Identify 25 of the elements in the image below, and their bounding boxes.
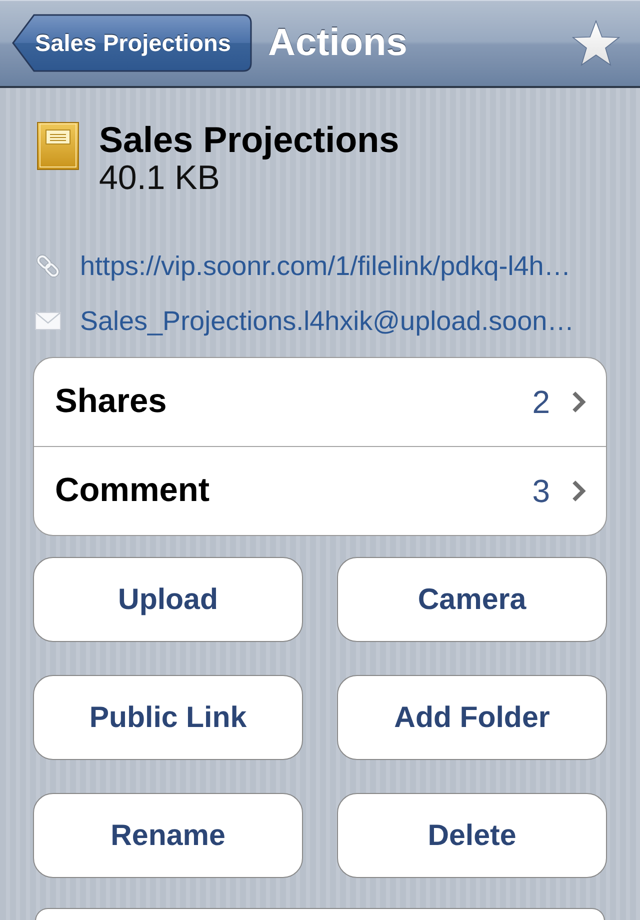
list-row[interactable]: Shares 2 xyxy=(34,358,606,446)
list-row[interactable]: Comment 3 xyxy=(34,446,606,535)
action-button[interactable]: Add Folder xyxy=(337,675,607,760)
chevron-icon xyxy=(572,391,586,413)
chevron-icon xyxy=(572,480,586,502)
action-button[interactable]: Upload xyxy=(33,557,303,642)
url-link[interactable]: https://vip.soonr.com/1/filelink/pdkq-l4h… xyxy=(80,250,571,282)
back-button[interactable]: Sales Projections xyxy=(12,14,252,72)
action-button[interactable] xyxy=(35,908,605,920)
screen-title: Actions xyxy=(268,22,408,64)
action-button[interactable]: Camera xyxy=(337,557,607,642)
file-name: Sales Projections xyxy=(99,120,400,160)
row-count: 3 xyxy=(532,472,550,510)
chain-link-icon xyxy=(35,253,61,279)
email-link[interactable]: Sales_Projections.l4hxik@upload.soon… xyxy=(80,306,574,336)
file-size: 40.1 KB xyxy=(99,160,220,196)
action-button[interactable]: Public Link xyxy=(33,675,303,760)
action-button[interactable]: Rename xyxy=(33,793,303,878)
row-label: Shares xyxy=(55,383,167,421)
document-icon xyxy=(37,122,79,170)
envelope-icon xyxy=(35,312,61,330)
row-label: Comment xyxy=(55,472,210,510)
row-count: 2 xyxy=(532,384,550,420)
action-button[interactable]: Delete xyxy=(337,793,607,878)
star-icon[interactable] xyxy=(572,20,620,66)
